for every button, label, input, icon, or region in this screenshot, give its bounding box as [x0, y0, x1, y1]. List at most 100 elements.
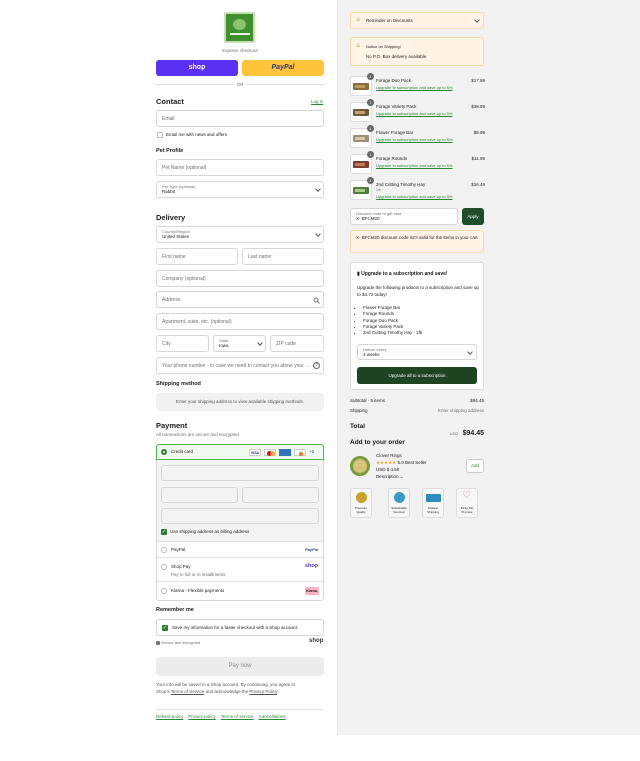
product-name: 2nd Cutting Timothy Hay: [376, 182, 426, 187]
quantity-badge: 1: [367, 99, 374, 106]
upgrade-subscription-link[interactable]: Upgrade to subscription and save up to 5…: [376, 111, 453, 116]
upgrade-subscription-link[interactable]: Upgrade to subscription and save up to 5…: [376, 137, 453, 142]
total-label: Total: [350, 423, 366, 430]
klarna-radio[interactable]: [161, 588, 167, 594]
rating-value: 5.0: [397, 460, 404, 465]
shipping-value: Enter shipping address: [437, 408, 484, 413]
store-logo[interactable]: [224, 12, 255, 43]
product-price: $38.99: [471, 104, 485, 109]
discount-reminder-banner[interactable]: ⚠ Reminder on Discounts: [350, 12, 484, 29]
discount-reminder-label: Reminder on Discounts: [366, 18, 413, 23]
last-name-field[interactable]: Last name: [242, 248, 324, 265]
apartment-field[interactable]: Apartment, suite, etc. (optional): [156, 313, 324, 330]
login-link[interactable]: Log in: [311, 99, 323, 104]
credit-card-radio[interactable]: [161, 449, 167, 455]
pet-type-select[interactable]: Pet Type (optional) Rabbit: [156, 181, 324, 198]
lock-icon: [156, 641, 160, 645]
notice-body: No P.O. Box delivery available: [366, 54, 427, 59]
save-info-checkbox[interactable]: ✓: [162, 625, 168, 631]
shipping-method-note: Enter your shipping address to view avai…: [156, 393, 324, 411]
add-to-order-heading: Add to your order: [350, 439, 405, 446]
badge-picky-pet-promise: ♡ Picky Pet Promise: [456, 488, 478, 518]
upgrade-subscription-link[interactable]: Upgrade to subscription and save up to 5…: [376, 85, 453, 90]
quantity-badge: 1: [367, 73, 374, 80]
billing-same-checkbox[interactable]: ✓: [161, 529, 167, 535]
heart-icon: ♡: [462, 490, 471, 501]
cart-item: 1 Forage Variety Pack Upgrade to subscri…: [350, 99, 486, 122]
zip-field[interactable]: ZIP code: [270, 335, 324, 352]
paypal-radio[interactable]: [161, 547, 167, 553]
news-label: Email me with news and offers: [166, 132, 227, 137]
quantity-badge: 1: [367, 125, 374, 132]
shop-pay-radio[interactable]: [161, 564, 167, 570]
refund-policy-link[interactable]: Refund policy: [156, 714, 183, 719]
subscription-upsell: ▮ Upgrade to a subscription and save! Up…: [350, 262, 484, 390]
card-name-field[interactable]: [161, 508, 319, 524]
cancellations-link[interactable]: Cancellations: [259, 714, 286, 719]
product-name: Forage Variety Pack: [376, 104, 417, 109]
footer-divider: [156, 709, 324, 710]
phone-field[interactable]: Your phone number - in case we need to c…: [156, 357, 324, 374]
shop-pay-logo: shop: [305, 563, 319, 569]
company-field[interactable]: Company (optional): [156, 270, 324, 287]
apply-button[interactable]: Apply: [462, 208, 484, 225]
cart-item: 1 2nd Cutting Timothy Hay 2lb Upgrade to…: [350, 177, 486, 200]
deliver-every-select[interactable]: Deliver every 4 weeks: [357, 344, 477, 360]
subtotal-value: $94.45: [470, 398, 484, 403]
upgrade-subscription-link[interactable]: Upgrade to subscription and save up to 5…: [376, 194, 453, 199]
pay-now-button[interactable]: Pay now: [156, 657, 324, 676]
terms-of-service-link[interactable]: Terms of service: [221, 714, 254, 719]
product-variant: 2lb: [376, 188, 381, 192]
klarna-logo: Klarna.: [305, 587, 319, 595]
shop-pay-sublabel: Pay in full or in installments: [171, 572, 226, 577]
addon-description-toggle[interactable]: Description ⌄: [376, 474, 404, 480]
pet-name-field[interactable]: Pet Name (optional): [156, 159, 324, 176]
subscription-items: Flower Forage Bar Forage Rounds Forage D…: [363, 305, 422, 336]
or-text: OR: [236, 82, 244, 87]
more-cards-badge: +5: [309, 449, 315, 454]
badge-premium-quality: Premium Quality: [350, 488, 372, 518]
legal-line-1: Your info will be saved to a Shop accoun…: [156, 682, 296, 687]
privacy-policy-link[interactable]: Privacy policy: [188, 714, 216, 719]
legal-line-2: Shop's Terms of Service and acknowledge …: [156, 689, 279, 694]
help-icon[interactable]: ?: [313, 362, 320, 369]
currency-code: USD: [449, 431, 459, 436]
country-select[interactable]: Country/Region United States: [156, 226, 324, 243]
addon-name: Clover Rings: [376, 453, 402, 458]
privacy-link[interactable]: Privacy Policy: [249, 689, 277, 694]
card-form: ✓ Use shipping address as billing addres…: [157, 460, 323, 541]
save-info-box[interactable]: ✓ Save my information for a faster check…: [156, 619, 324, 636]
paypal-option[interactable]: PayPal PayPal: [157, 541, 323, 557]
deliver-every-value: 4 weeks: [363, 352, 380, 357]
card-number-field[interactable]: [161, 465, 319, 481]
upgrade-subscription-link[interactable]: Upgrade to subscription and save up to 5…: [376, 163, 453, 168]
credit-card-option[interactable]: Credit card VISA +5: [156, 444, 324, 460]
card-expiry-field[interactable]: [161, 487, 238, 503]
addon-add-button[interactable]: Add: [466, 459, 484, 473]
product-price: $8.99: [473, 130, 485, 135]
first-name-field[interactable]: First name: [156, 248, 238, 265]
product-price: $17.99: [471, 78, 485, 83]
addon-thumbnail: [350, 456, 370, 476]
address-field[interactable]: Address: [156, 291, 324, 308]
news-checkbox[interactable]: [157, 132, 163, 138]
truck-icon: [426, 494, 441, 502]
state-select[interactable]: State Iowa: [213, 335, 266, 352]
paypal-button[interactable]: PayPal: [242, 60, 324, 76]
discount-code-field[interactable]: Discount code or gift card X- BFCM20: [350, 208, 458, 225]
badge-label: Sustainably Sourced: [391, 506, 407, 514]
subscription-title-text: Upgrade to a subscription and save!: [361, 271, 448, 277]
shop-pay-button[interactable]: shop: [156, 60, 238, 76]
city-field[interactable]: City: [156, 335, 209, 352]
address-placeholder: Address: [162, 296, 181, 303]
shop-pay-option[interactable]: Shop Pay Pay in full or in installments …: [157, 557, 323, 581]
upgrade-subscription-button[interactable]: Upgrade all to a subscription: [357, 367, 477, 384]
card-cvv-field[interactable]: [242, 487, 319, 503]
email-field[interactable]: Email: [156, 110, 324, 127]
klarna-option[interactable]: Klarna - Flexible payments Klarna.: [157, 581, 323, 600]
payment-subtitle: All transactions are secure and encrypte…: [156, 432, 241, 437]
terms-link[interactable]: Terms of Service: [171, 689, 205, 694]
order-summary: ⚠ Reminder on Discounts ⚠ Notice on Ship…: [337, 0, 640, 735]
cart-item: 1 Flower Forage Bar Upgrade to subscript…: [350, 125, 486, 148]
contact-heading: Contact: [156, 97, 184, 106]
